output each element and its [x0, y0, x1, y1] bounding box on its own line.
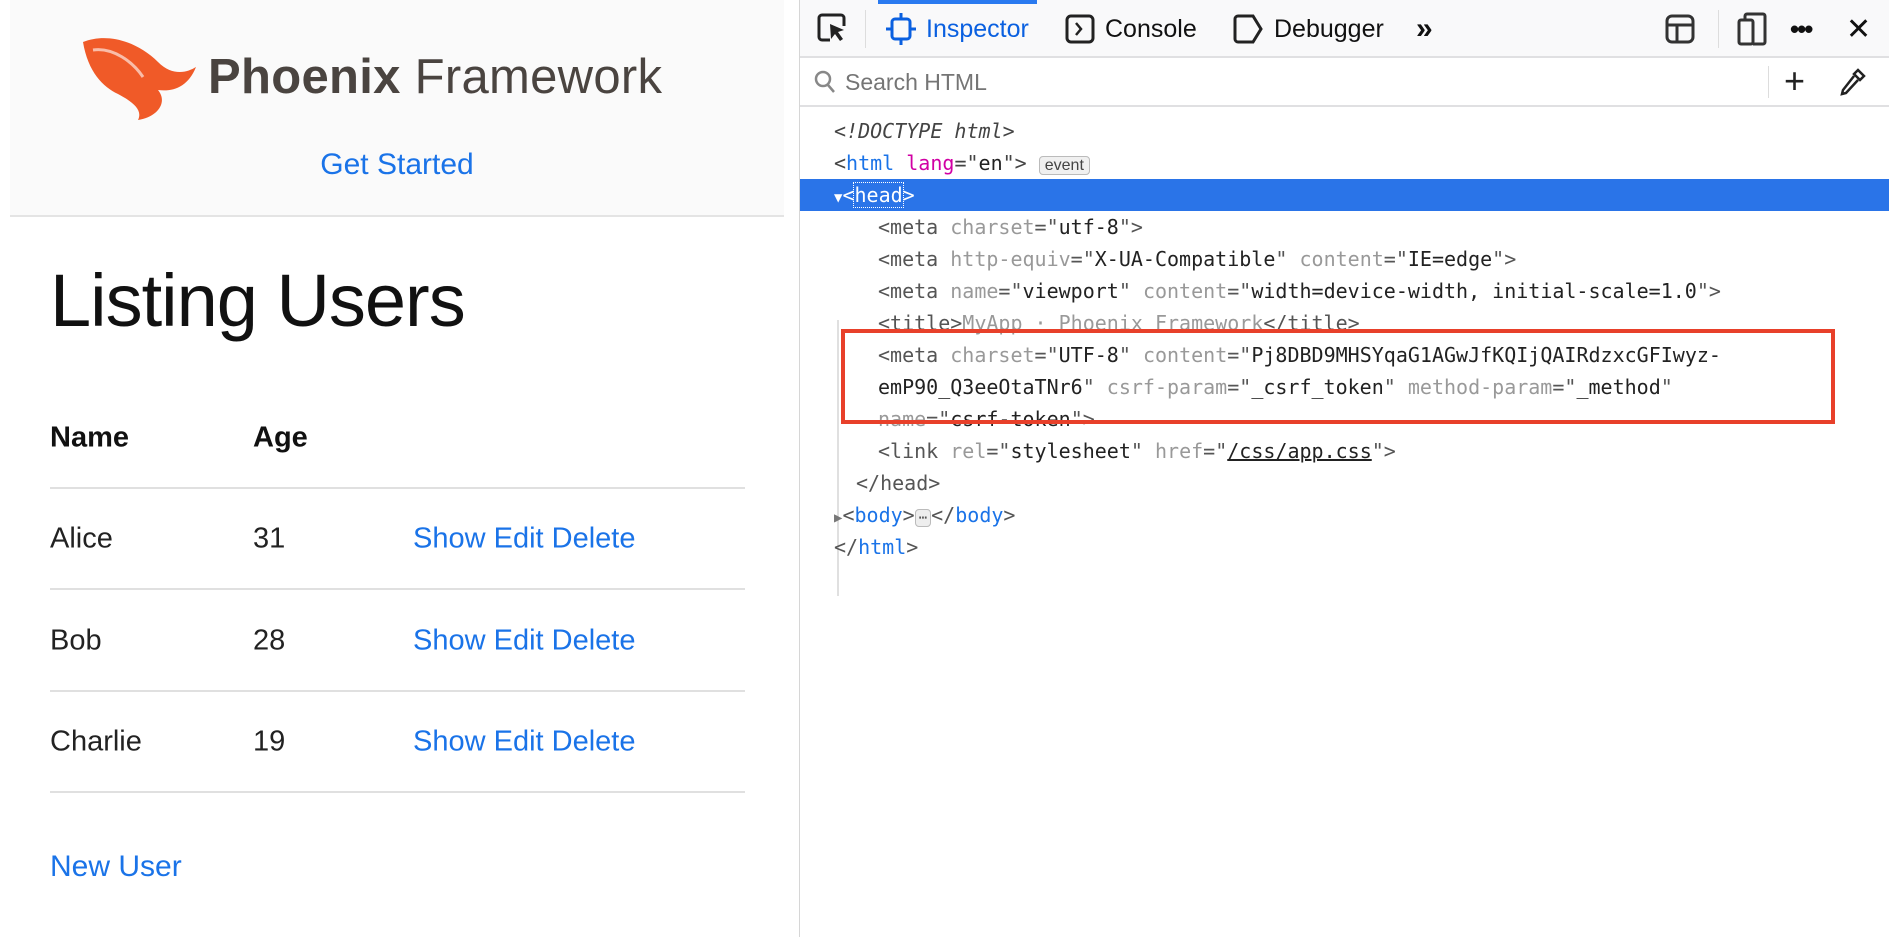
collapsed-children-badge[interactable]: ⋯ [914, 509, 932, 527]
devtools-toolbar: Inspector Console Debugger » ••• ✕ [800, 0, 1889, 58]
attr-value: width=device-width, initial-scale=1.0 [1251, 279, 1697, 303]
tab-console[interactable]: Console [1065, 0, 1197, 58]
stylesheet-link[interactable]: /css/app.css [1227, 439, 1372, 463]
tag-name: head [853, 182, 904, 208]
search-icon [814, 70, 835, 93]
element-picker-button[interactable] [816, 0, 850, 58]
pick-element-icon [817, 13, 846, 42]
more-options-icon[interactable]: ••• [1790, 0, 1813, 58]
attr-value: IE=edge [1407, 247, 1493, 271]
cell-name: Bob [50, 624, 102, 656]
table-header: Name Age [50, 388, 745, 489]
cell-name: Charlie [50, 725, 142, 757]
node-meta[interactable]: <meta name="viewport" content="width=dev… [800, 275, 1889, 307]
toolbar-separator [865, 10, 866, 48]
attr-name: name [950, 279, 999, 303]
debugger-icon [1233, 14, 1263, 44]
attr-name: charset [950, 215, 1035, 239]
header-age: Age [253, 421, 308, 453]
brand-bold: Phoenix [208, 50, 401, 104]
tag-name: html [858, 535, 907, 559]
row-actions-links[interactable]: Show Edit Delete [413, 725, 635, 758]
eyedropper-icon[interactable] [1840, 68, 1866, 96]
table-row: Charlie 19 Show Edit Delete [50, 692, 745, 793]
toolbar-separator [1718, 10, 1719, 48]
expand-arrow-right-icon[interactable]: ▶ [834, 510, 842, 526]
attr-name: href [1154, 439, 1204, 463]
devtools-panel: Inspector Console Debugger » ••• ✕ + <!D… [800, 0, 1889, 937]
phoenix-logo[interactable]: Phoenix Framework [78, 32, 662, 122]
search-separator [1768, 66, 1769, 98]
phoenix-bird-icon [83, 38, 196, 120]
node-html[interactable]: <html lang="en"> event [800, 147, 1889, 179]
dock-layout-icon[interactable] [1665, 0, 1695, 58]
node-link[interactable]: <link rel="stylesheet" href="/css/app.cs… [800, 435, 1889, 467]
cell-age: 19 [253, 725, 286, 757]
attr-value: stylesheet [1010, 439, 1131, 463]
node-body[interactable]: ▶<body> ⋯ </body> [800, 499, 1889, 531]
attr-name: content [1142, 279, 1228, 303]
page-viewport: Phoenix Framework Get Started Listing Us… [0, 0, 799, 937]
site-header: Phoenix Framework Get Started [10, 0, 784, 217]
brand-name: Phoenix Framework [208, 49, 662, 105]
more-tabs-chevron-icon[interactable]: » [1416, 0, 1433, 58]
highlight-annotation-box [841, 329, 1835, 424]
add-node-icon[interactable]: + [1784, 60, 1805, 102]
row-actions-links[interactable]: Show Edit Delete [413, 522, 635, 555]
attr-name: lang [906, 151, 955, 175]
tab-debugger[interactable]: Debugger [1232, 0, 1384, 58]
attr-value: viewport [1022, 279, 1119, 303]
tag-name: body [955, 503, 1004, 527]
tab-label: Console [1105, 14, 1197, 43]
tag-name: body [854, 503, 903, 527]
tab-label: Inspector [926, 14, 1029, 43]
row-actions-links[interactable]: Show Edit Delete [413, 624, 635, 657]
attr-name: http-equiv [950, 247, 1071, 271]
header-name: Name [50, 421, 129, 453]
tag-name: html [846, 151, 895, 175]
node-html-close[interactable]: </html> [800, 531, 1889, 563]
responsive-design-icon[interactable] [1737, 0, 1767, 58]
cell-name: Alice [50, 522, 113, 554]
expand-arrow-down-icon[interactable]: ▼ [834, 190, 842, 206]
attr-value: en [978, 151, 1003, 175]
search-html-input[interactable] [845, 66, 1545, 98]
doctype-text: <!DOCTYPE html> [834, 119, 1015, 143]
attr-name: rel [950, 439, 987, 463]
table-row: Alice 31 Show Edit Delete [50, 489, 745, 590]
page-title: Listing Users [50, 259, 466, 342]
get-started-link[interactable]: Get Started [10, 148, 784, 182]
inspector-icon [886, 13, 916, 45]
table-row: Bob 28 Show Edit Delete [50, 591, 745, 692]
cell-age: 31 [253, 522, 286, 554]
search-bar: + [800, 58, 1889, 107]
node-meta[interactable]: <meta charset="utf-8"> [800, 211, 1889, 243]
console-icon [1065, 14, 1095, 44]
attr-value: X-UA-Compatible [1094, 247, 1276, 271]
attr-value: utf-8 [1058, 215, 1119, 239]
close-icon[interactable]: ✕ [1846, 0, 1871, 58]
tab-inspector[interactable]: Inspector [878, 0, 1037, 58]
node-head-close[interactable]: </head> [800, 467, 1889, 499]
new-user-link[interactable]: New User [50, 850, 182, 884]
tab-label: Debugger [1274, 14, 1384, 43]
event-badge[interactable]: event [1038, 156, 1090, 175]
brand-rest: Framework [400, 50, 663, 104]
node-head-selected[interactable]: ▼<head> [800, 179, 1889, 211]
node-doctype[interactable]: <!DOCTYPE html> [800, 115, 1889, 147]
cell-age: 28 [253, 624, 286, 656]
attr-name: content [1299, 247, 1384, 271]
closing-tag: </head> [856, 471, 941, 495]
node-meta[interactable]: <meta http-equiv="X-UA-Compatible" conte… [800, 243, 1889, 275]
